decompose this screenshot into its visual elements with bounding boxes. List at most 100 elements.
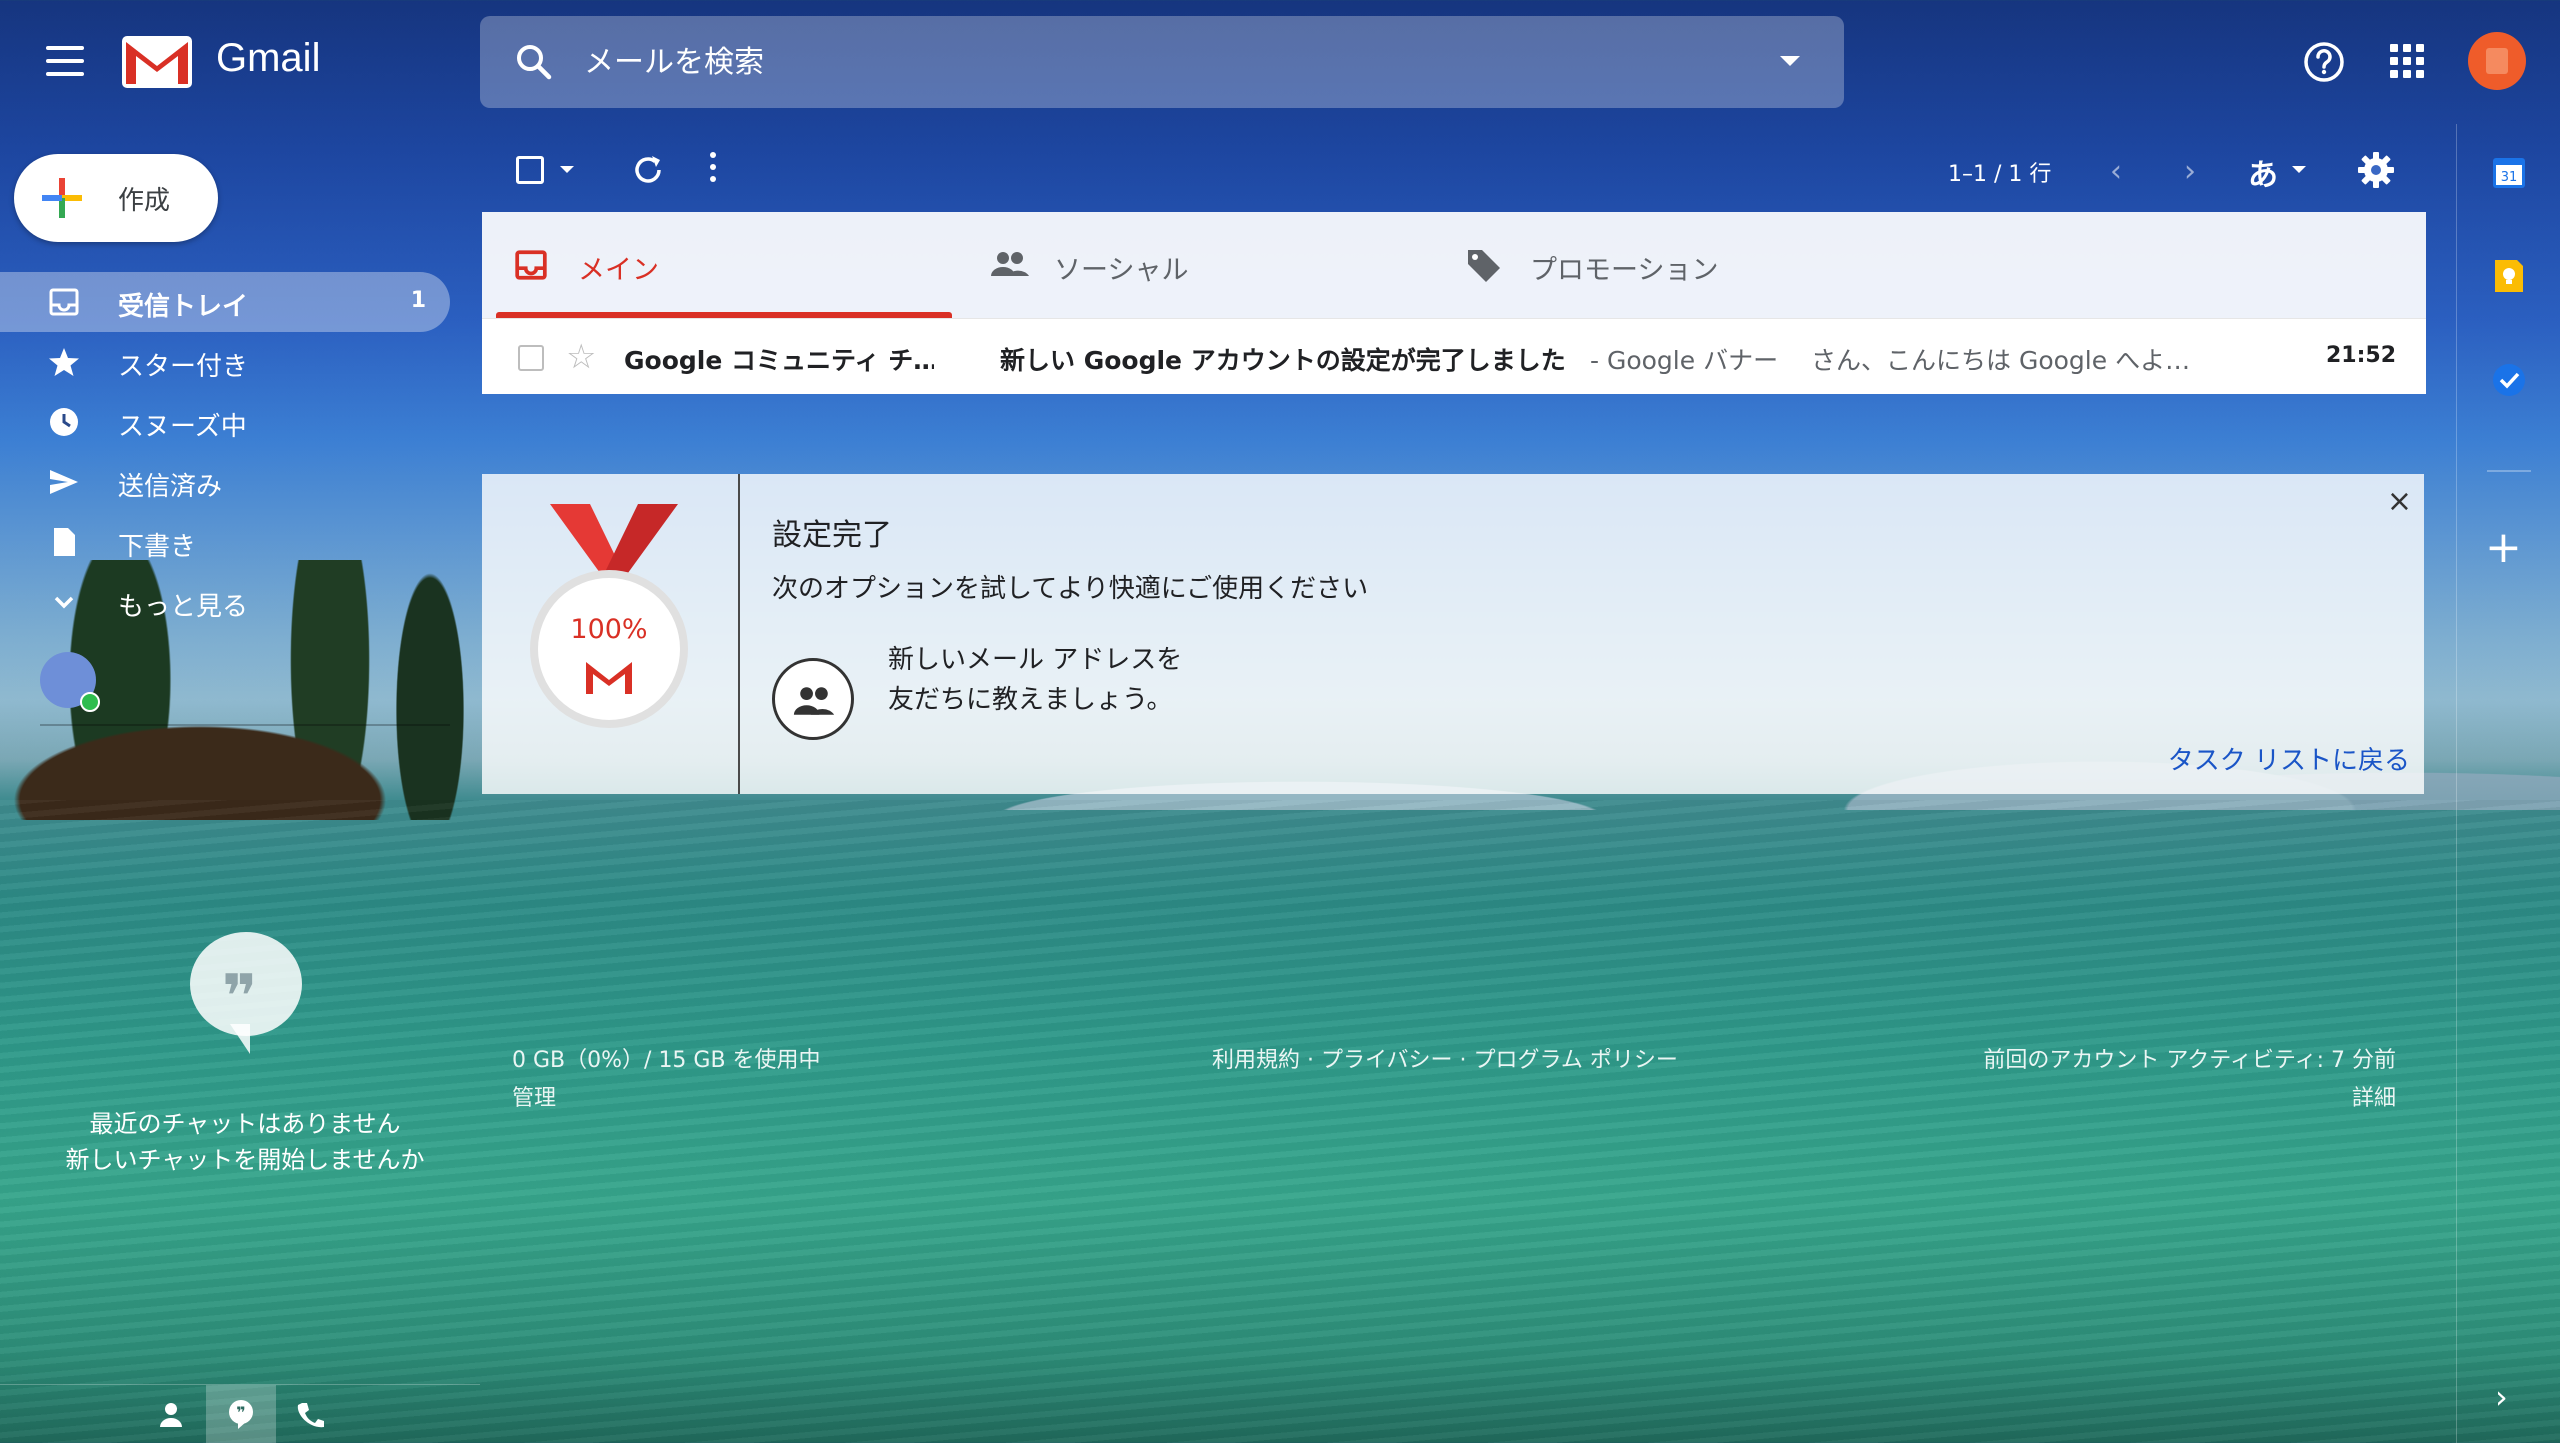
last-activity: 前回のアカウント アクティビティ: 7 分前	[1983, 1048, 2396, 1073]
clock-icon	[50, 408, 78, 436]
sidebar-item-label: もっと見る	[118, 592, 249, 622]
gmail-m-icon	[586, 662, 632, 694]
add-addon-icon[interactable]: +	[2485, 522, 2522, 573]
phone-button[interactable]	[276, 1385, 346, 1443]
sidebar-item-label: スター付き	[118, 352, 249, 382]
pagination-label: 1–1 / 1 行	[1948, 162, 2052, 187]
chat-empty-line2[interactable]: 新しいチャットを開始しませんか	[30, 1142, 460, 1178]
manage-storage-link[interactable]: 管理	[512, 1080, 821, 1118]
svg-text:31: 31	[2501, 170, 2518, 185]
tell-friends-option[interactable]: 新しいメール アドレスを友だちに教えましょう。	[888, 640, 1188, 720]
medal-icon: 100%	[530, 570, 688, 728]
people-icon	[991, 252, 1029, 276]
mail-subject: 新しい Google アカウントの設定が完了しました	[1000, 346, 1566, 375]
hangouts-bottom-bar: ❞	[0, 1384, 480, 1443]
calendar-icon[interactable]: 31	[2491, 154, 2527, 190]
details-link[interactable]: 詳細	[1900, 1080, 2396, 1118]
tab-promotions[interactable]: プロモーション	[1434, 212, 1904, 318]
send-icon	[50, 470, 78, 494]
brand-name[interactable]: Gmail	[216, 36, 320, 81]
chevron-down-icon	[54, 596, 74, 609]
progress-percent: 100%	[570, 614, 648, 645]
draft-icon	[54, 528, 75, 556]
inbox-icon	[515, 250, 547, 280]
sidebar-item-more[interactable]: もっと見る	[0, 572, 450, 632]
divider	[40, 724, 450, 726]
input-tools-button[interactable]: あ	[2248, 150, 2278, 194]
svg-text:❞: ❞	[236, 1403, 245, 1422]
gear-icon[interactable]	[2356, 150, 2396, 190]
storage-usage[interactable]: 0 GB（0%）/ 15 GB を使用中	[512, 1042, 821, 1080]
phone-icon	[297, 1403, 324, 1428]
sidebar-item-starred[interactable]: スター付き	[0, 332, 450, 392]
star-icon	[49, 348, 79, 376]
search-input[interactable]	[584, 34, 1684, 90]
header: Gmail	[0, 0, 2560, 124]
chevron-right-icon[interactable]: ›	[2184, 154, 2196, 189]
close-icon[interactable]: ×	[2387, 484, 2412, 519]
unread-count: 1	[410, 288, 426, 313]
apps-grid-icon[interactable]	[2390, 44, 2424, 78]
tab-label: ソーシャル	[1054, 255, 1189, 286]
mail-row[interactable]: ☆ Google コミュニティ チ… 新しい Google アカウントの設定が完…	[482, 318, 2426, 394]
tab-label: メイン	[578, 255, 659, 286]
tab-social[interactable]: ソーシャル	[958, 212, 1428, 318]
sidebar-item-drafts[interactable]: 下書き	[0, 512, 450, 572]
sidebar-item-snoozed[interactable]: スヌーズ中	[0, 392, 450, 452]
chat-button[interactable]: ❞	[206, 1385, 276, 1443]
sidebar-item-label: 受信トレイ	[118, 292, 249, 322]
people-icon	[793, 687, 835, 715]
keep-icon[interactable]	[2491, 258, 2527, 294]
refresh-icon[interactable]	[628, 150, 668, 190]
sidebar-item-sent[interactable]: 送信済み	[0, 452, 450, 512]
account-avatar[interactable]	[2468, 32, 2526, 90]
select-all-checkbox[interactable]	[516, 156, 544, 184]
input-tools-caret-icon[interactable]	[2292, 166, 2306, 173]
policy-links[interactable]: 利用規約 · プライバシー · プログラム ポリシー	[1212, 1042, 1678, 1080]
compose-plus-icon	[42, 178, 82, 218]
back-to-task-list-link[interactable]: タスク リストに戻る	[2168, 740, 2410, 777]
search-icon[interactable]	[514, 42, 554, 82]
chevron-left-icon[interactable]: ‹	[2110, 154, 2122, 189]
tab-primary[interactable]: メイン	[482, 212, 952, 318]
select-options-icon[interactable]	[560, 166, 574, 173]
contacts-button[interactable]	[136, 1385, 206, 1443]
sidebar-item-label: 下書き	[118, 532, 197, 562]
mail-snippet: - Google バナー さん、こんにちは Google へよ…	[1590, 346, 2191, 375]
sidebar-item-label: スヌーズ中	[118, 412, 247, 442]
chat-empty-message: 最近のチャットはありません 新しいチャットを開始しませんか	[30, 1106, 460, 1178]
person-icon	[160, 1403, 182, 1427]
help-icon[interactable]	[2302, 40, 2346, 84]
chevron-right-icon[interactable]: ›	[2495, 1378, 2508, 1416]
sidebar-nav: 受信トレイ 1 スター付き スヌーズ中 送信済み 下書き もっと見る	[0, 272, 450, 632]
account-activity: 前回のアカウント アクティビティ: 7 分前 詳細	[1900, 1042, 2396, 1118]
card-subtitle: 次のオプションを試してより快適にご使用ください	[772, 574, 1369, 604]
people-circle-icon[interactable]	[772, 658, 854, 740]
compose-button[interactable]: 作成	[14, 154, 218, 242]
row-checkbox[interactable]	[518, 345, 544, 371]
sidebar-item-label: 送信済み	[118, 472, 223, 502]
side-panel: 31 + ›	[2456, 124, 2560, 1443]
tag-icon	[1468, 250, 1500, 282]
setup-progress-card: 100% 設定完了 次のオプションを試してより快適にご使用ください 新しいメール…	[482, 474, 2424, 794]
more-vert-icon[interactable]	[710, 152, 718, 188]
mail-sender: Google コミュニティ チ…	[624, 346, 934, 375]
hangouts-user-avatar[interactable]	[40, 652, 100, 712]
toolbar: 1–1 / 1 行 ‹ › あ	[480, 132, 2424, 208]
sidebar-item-inbox[interactable]: 受信トレイ 1	[0, 272, 450, 332]
compose-label: 作成	[118, 186, 171, 216]
divider	[2487, 470, 2531, 472]
tab-label: プロモーション	[1530, 255, 1719, 286]
star-outline-icon[interactable]: ☆	[566, 337, 596, 377]
search-bar[interactable]	[480, 16, 1844, 108]
category-tabs: メイン ソーシャル プロモーション	[482, 212, 2426, 318]
tasks-icon[interactable]	[2491, 362, 2527, 398]
main-menu-icon[interactable]	[46, 46, 84, 76]
storage-info: 0 GB（0%）/ 15 GB を使用中 管理	[512, 1042, 821, 1118]
search-options-icon[interactable]	[1780, 56, 1800, 66]
hangouts-chat-icon: ❞	[229, 1400, 253, 1429]
chat-empty-line1: 最近のチャットはありません	[89, 1110, 401, 1138]
gmail-logo-icon[interactable]	[122, 36, 192, 88]
quote-mark-icon: ❞	[222, 962, 258, 1032]
mail-time: 21:52	[2325, 343, 2396, 368]
